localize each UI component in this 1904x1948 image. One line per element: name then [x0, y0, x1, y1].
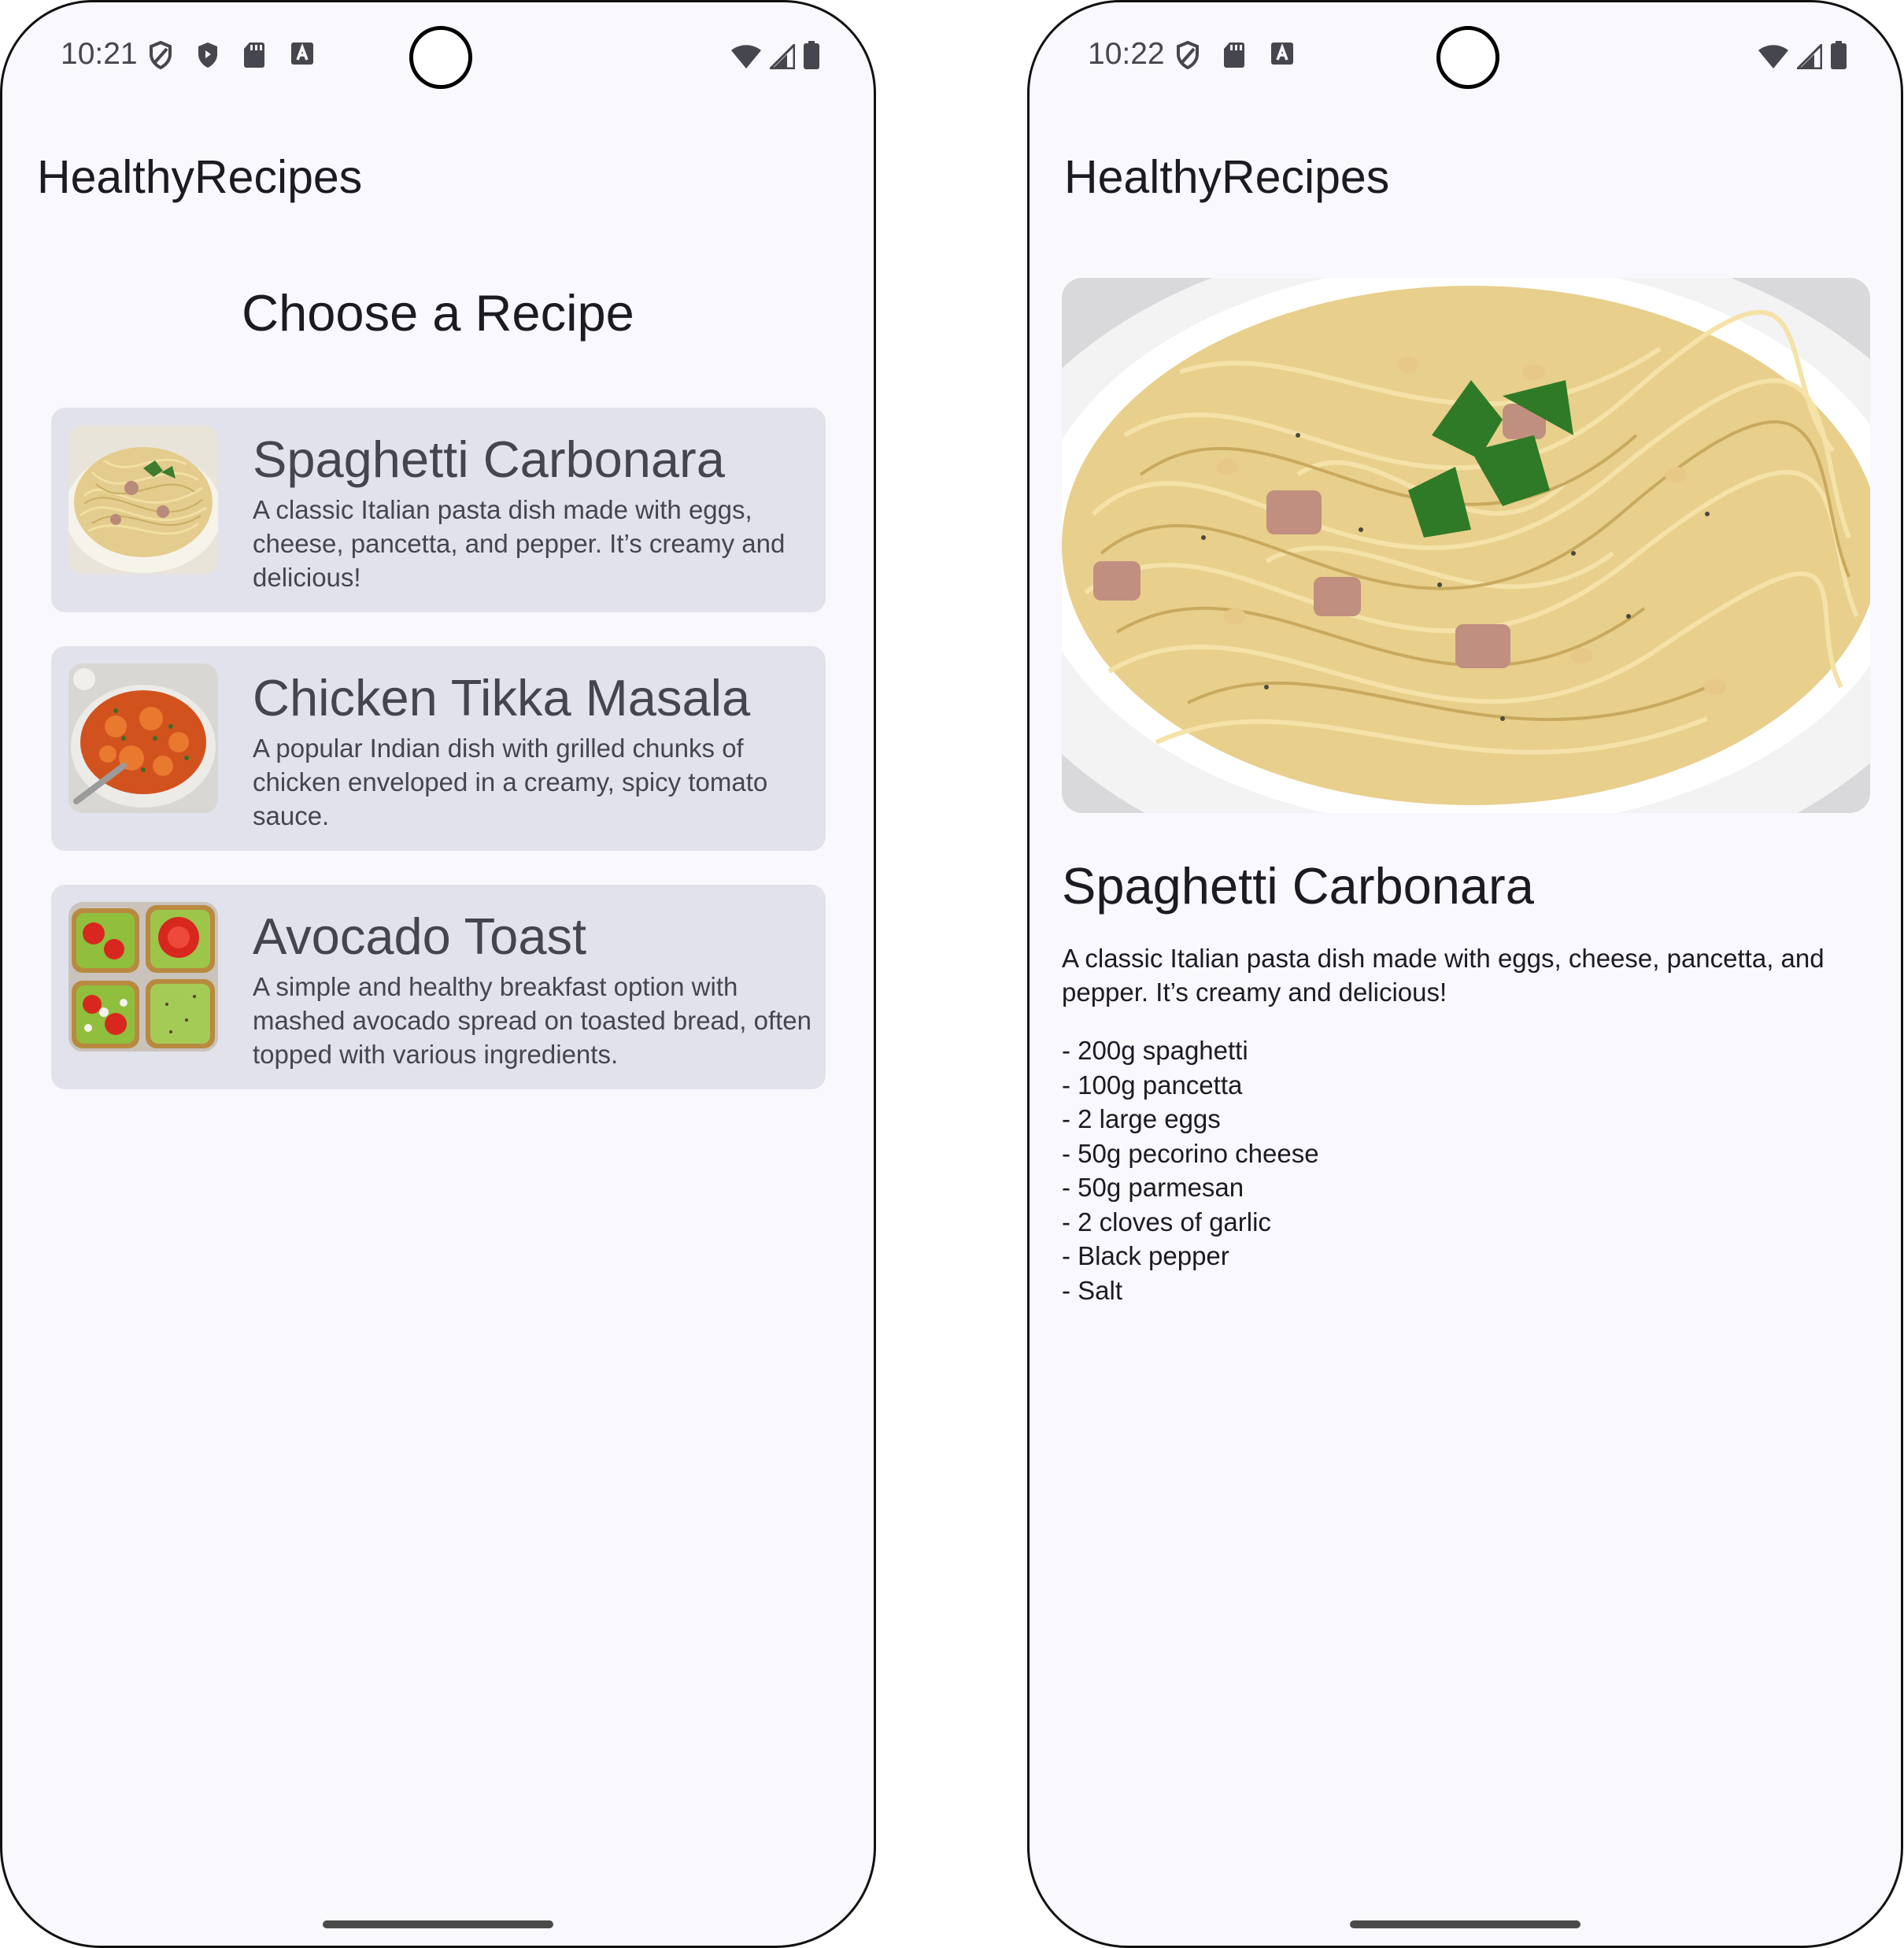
recipe-detail-title: Spaghetti Carbonara — [1062, 857, 1534, 915]
status-clock: 10:22 — [1088, 37, 1165, 71]
phone-screen-recipe-detail: 10:22 HealthyRecipes Spaghetti Carbonara… — [1027, 0, 1903, 1948]
recipe-card-spaghetti-carbonara[interactable]: Spaghetti Carbonara A classic Italian pa… — [51, 408, 826, 612]
wifi-icon — [1758, 45, 1788, 68]
ingredient-item: - 2 cloves of garlic — [1062, 1207, 1271, 1236]
spaghetti-carbonara-hero-image — [1062, 278, 1870, 813]
recipe-card-description: A classic Italian pasta dish made with e… — [253, 495, 786, 592]
spaghetti-carbonara-thumbnail — [68, 425, 218, 575]
recipe-card-title: Avocado Toast — [253, 907, 587, 965]
recipe-card-avocado-toast[interactable]: Avocado Toast A simple and healthy break… — [51, 885, 826, 1089]
keyboard-a-icon — [291, 43, 313, 65]
app-title: HealthyRecipes — [1064, 151, 1390, 203]
ingredient-list: - 200g spaghetti - 100g pancetta - 2 lar… — [1062, 1033, 1319, 1307]
ingredient-item: - 50g parmesan — [1062, 1173, 1244, 1202]
wifi-icon — [731, 45, 761, 68]
status-clock: 10:21 — [61, 37, 138, 71]
status-bar: 10:21 — [2, 2, 874, 97]
ingredient-item: - 50g pecorino cheese — [1062, 1138, 1319, 1168]
ingredient-item: - 100g pancetta — [1062, 1070, 1243, 1100]
shield-outline-icon — [1177, 41, 1199, 69]
recipe-card-description: A popular Indian dish with grilled chunk… — [253, 734, 768, 830]
cellular-signal-icon — [770, 44, 795, 69]
front-camera — [409, 26, 472, 89]
sd-card-icon — [1224, 43, 1244, 68]
chicken-tikka-masala-thumbnail — [68, 664, 218, 813]
recipe-card-title: Spaghetti Carbonara — [253, 431, 725, 488]
shield-outline-icon — [150, 41, 172, 69]
avocado-toast-thumbnail — [68, 902, 218, 1052]
cellular-signal-icon — [1797, 44, 1822, 69]
sd-card-icon — [244, 43, 264, 68]
recipe-card-chicken-tikka-masala[interactable]: Chicken Tikka Masala A popular Indian di… — [51, 646, 826, 851]
shield-filled-icon — [198, 43, 217, 68]
app-title: HealthyRecipes — [37, 151, 363, 203]
ingredient-item: - 2 large eggs — [1062, 1104, 1221, 1133]
recipe-card-title: Chicken Tikka Masala — [253, 669, 751, 726]
list-heading: Choose a Recipe — [242, 284, 634, 342]
battery-icon — [804, 41, 819, 69]
ingredient-item: - Salt — [1062, 1275, 1123, 1305]
home-indicator[interactable] — [1350, 1920, 1581, 1928]
home-indicator[interactable] — [323, 1920, 553, 1928]
ingredient-item: - Black pepper — [1062, 1241, 1229, 1270]
ingredient-item: - 200g spaghetti — [1062, 1036, 1248, 1065]
recipe-detail-description: A classic Italian pasta dish made with e… — [1062, 944, 1825, 1007]
recipe-card-description: A simple and healthy breakfast option wi… — [253, 972, 812, 1069]
battery-icon — [1831, 41, 1847, 69]
keyboard-a-icon — [1271, 43, 1293, 65]
phone-screen-recipe-list: 10:21 HealthyRecipes Choose a Recipe Spa… — [0, 0, 876, 1948]
status-bar: 10:22 — [1030, 2, 1901, 97]
front-camera — [1436, 26, 1499, 89]
